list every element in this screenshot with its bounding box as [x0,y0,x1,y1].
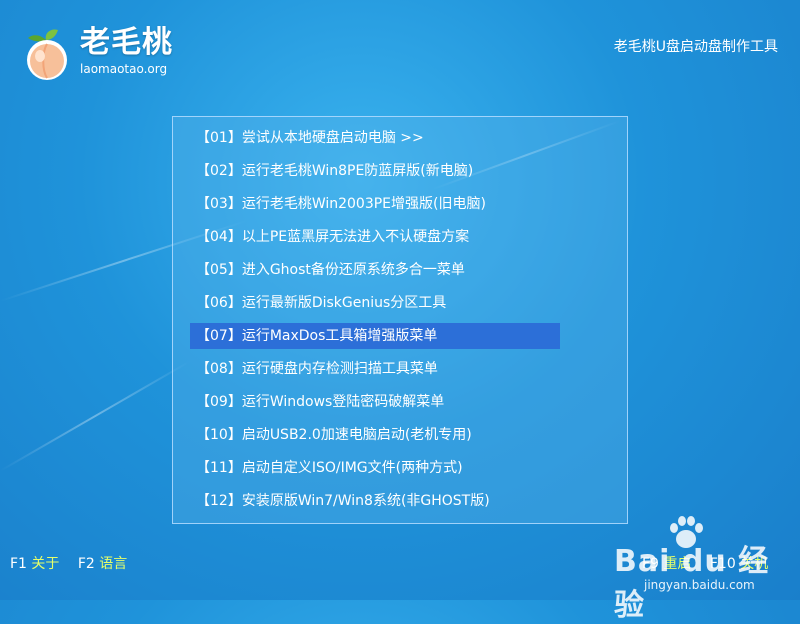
watermark-url: jingyan.baidu.com [644,578,755,592]
logo: 老毛桃 laomaotao.org [22,26,173,82]
hotkeys-left: F1 关于 F2 语言 [10,553,141,573]
hotkey-f2-label[interactable]: 语言 [99,556,127,572]
menu-item-10[interactable]: 【10】启动USB2.0加速电脑启动(老机专用) [190,422,560,448]
menu-item-04[interactable]: 【04】以上PE蓝黑屏无法进入不认硬盘方案 [190,224,560,250]
menu-item-11[interactable]: 【11】启动自定义ISO/IMG文件(两种方式) [190,455,560,481]
menu-item-02[interactable]: 【02】运行老毛桃Win8PE防蓝屏版(新电脑) [190,158,560,184]
menu-item-05[interactable]: 【05】进入Ghost备份还原系统多合一菜单 [190,257,560,283]
menu-item-09[interactable]: 【09】运行Windows登陆密码破解菜单 [190,389,560,415]
background-streak [0,360,192,472]
hotkey-f1-key[interactable]: F1 [10,556,27,572]
baidu-watermark: Bai du 经验 jingyan.baidu.com [614,516,794,623]
app-title: 老毛桃U盘启动盘制作工具 [613,39,778,55]
menu-item-12[interactable]: 【12】安装原版Win7/Win8系统(非GHOST版) [190,488,560,514]
menu-item-08[interactable]: 【08】运行硬盘内存检测扫描工具菜单 [190,356,560,382]
hotkey-f2-key[interactable]: F2 [78,556,95,572]
menu-item-07[interactable]: 【07】运行MaxDos工具箱增强版菜单 [190,323,560,349]
peach-logo-icon [22,26,72,82]
menu-item-01[interactable]: 【01】尝试从本地硬盘启动电脑 >> [190,125,560,151]
logo-name: 老毛桃 [80,25,173,60]
boot-menu: 【01】尝试从本地硬盘启动电脑 >> 【02】运行老毛桃Win8PE防蓝屏版(新… [172,116,628,524]
hotkey-f1-label[interactable]: 关于 [31,556,59,572]
menu-item-06[interactable]: 【06】运行最新版DiskGenius分区工具 [190,290,560,316]
logo-domain: laomaotao.org [80,62,168,76]
menu-item-03[interactable]: 【03】运行老毛桃Win2003PE增强版(旧电脑) [190,191,560,217]
